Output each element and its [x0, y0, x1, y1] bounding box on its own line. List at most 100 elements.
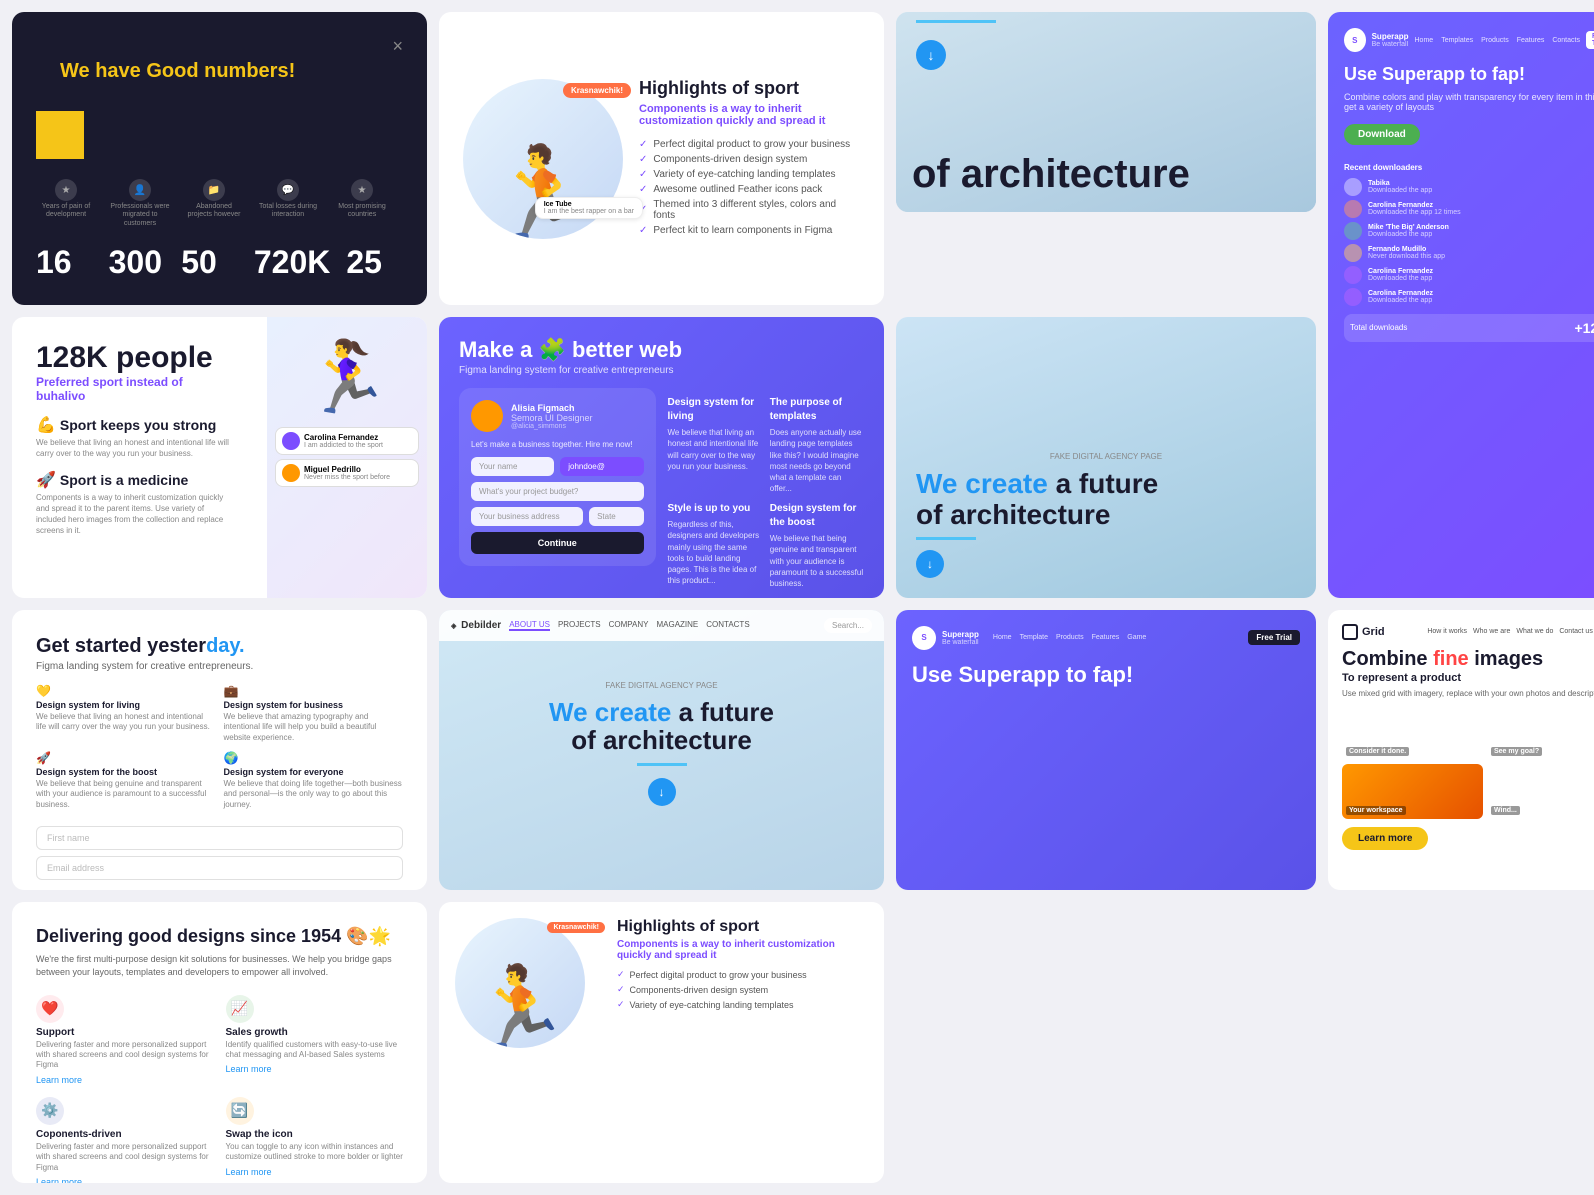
combine-main-title: Combine fine images [1342, 648, 1594, 670]
downloader-avatar-1 [1344, 200, 1362, 218]
main-grid: We have Good numbers! × ★ Years of pain … [0, 0, 1594, 1195]
sport-subtitle: Components is a way to inherit customiza… [639, 103, 860, 127]
del-icon-1: 📈 [226, 995, 254, 1023]
del-learn-more-0[interactable]: Learn more [36, 1075, 214, 1085]
better-web-title: Make a 🧩 better web [459, 337, 864, 363]
firstname-field[interactable]: First name [36, 826, 403, 850]
section2-text: Components is a way to inherit customiza… [36, 492, 233, 537]
state-input[interactable]: State [589, 507, 643, 526]
get-started-title: Get started yesterday. [36, 634, 403, 658]
better-web-right: Design system for living We believe that… [668, 388, 865, 589]
downloader-5: Carolina Fernandez Downloaded the app [1344, 288, 1594, 306]
profile-chip-1: Carolina Fernandez I am addicted to the … [275, 427, 419, 455]
del-title-1: Sales growth [226, 1027, 404, 1038]
get-started-subtitle: Figma landing system for creative entrep… [36, 661, 403, 672]
downloader-3: Fernando Mudillo Never download this app [1344, 244, 1594, 262]
del-learn-more-1[interactable]: Learn more [226, 1064, 404, 1074]
superapp-nav-links: Home Templates Products Features Contact… [1415, 37, 1580, 44]
superapp-bottom-card: S Superapp Be waterfall Home Template Pr… [896, 610, 1316, 891]
combine-img-0: Consider it done. [1342, 705, 1483, 760]
del-feature-3: 🔄 Swap the icon You can toggle to any ic… [226, 1097, 404, 1183]
profile-details-2: Miguel Pedrillo Never miss the sport bef… [304, 465, 390, 481]
agency-down-button[interactable]: ↓ [648, 778, 676, 806]
downloader-info-1: Carolina Fernandez Downloaded the app 12… [1368, 202, 1461, 216]
superapp-card: S Superapp Be waterfall Home Templates P… [1328, 12, 1594, 598]
downloader-avatar-2 [1344, 222, 1362, 240]
feature-text-3: We believe that doing life together—both… [224, 779, 404, 810]
better-web-layout: Alisia Figmach Semora UI Designer @alici… [459, 388, 864, 589]
form-tagline: Let's make a business together. Hire me … [471, 440, 644, 449]
web-section-1: The purpose of templates Does anyone act… [770, 396, 864, 494]
learn-more-button[interactable]: Learn more [1342, 827, 1428, 850]
arch-top-card: ↓ of architecture [896, 12, 1316, 212]
form-row-2: Your business address State [471, 507, 644, 526]
recent-downloaders-section: Recent downloaders Tabika Downloaded the… [1344, 163, 1594, 306]
stat-icon-0: ★ Years of pain of development [36, 179, 96, 228]
person-info: Alisia Figmach Semora UI Designer @alici… [511, 403, 593, 430]
sport-highlights-card: 🏃 Krasnawchik! Ice Tube I am the best ra… [439, 12, 884, 305]
submit-button[interactable]: Continue [471, 532, 644, 554]
delivering-title: Delivering good designs since 1954 🎨🌟 [36, 926, 403, 947]
feature-text-0: We believe that living an honest and int… [36, 712, 216, 733]
form-row-1: Your name johndoe@ [471, 457, 644, 476]
web-section-2: Style is up to you Regardless of this, d… [668, 502, 762, 589]
better-web-form: Alisia Figmach Semora UI Designer @alici… [459, 388, 656, 589]
sport-bottom-title: Highlights of sport [617, 918, 868, 936]
del-icon-0: ❤️ [36, 995, 64, 1023]
feature-2: 🚀 Design system for the boost We believe… [36, 751, 216, 810]
arch-big-down-button[interactable]: ↓ [916, 550, 944, 578]
name-input-label: Your name [479, 462, 517, 471]
superapp-free-trial-button[interactable]: Free Trial [1586, 31, 1594, 49]
person-row: Alisia Figmach Semora UI Designer @alici… [471, 400, 644, 432]
sport-main-title: Highlights of sport [639, 78, 860, 99]
agency-bar [637, 763, 687, 766]
downloader-avatar-4 [1344, 266, 1362, 284]
downloader-0: Tabika Downloaded the app [1344, 178, 1594, 196]
del-text-1: Identify qualified customers with easy-t… [226, 1040, 404, 1061]
del-title-3: Swap the icon [226, 1129, 404, 1140]
email-field[interactable]: Email address [36, 856, 403, 880]
del-learn-more-3[interactable]: Learn more [226, 1167, 404, 1177]
total-downloads-section: Total downloads +12.5K [1344, 314, 1594, 342]
web-content-grid: Design system for living We believe that… [668, 396, 865, 589]
stats-divider [36, 111, 84, 159]
sport-bottom-features: ✓ Perfect digital product to grow your b… [617, 969, 868, 1010]
superapp-bottom-name: Superapp Be waterfall [942, 630, 979, 646]
combine-img-label-2: Your workspace [1346, 806, 1406, 815]
section1-text: We believe that living an honest and int… [36, 437, 233, 459]
superapp-description: Combine colors and play with transparenc… [1344, 92, 1594, 112]
arch-title-partial: of architecture [912, 152, 1190, 196]
arch-down-button[interactable]: ↓ [916, 40, 946, 70]
combine-img-3: Wind... [1487, 764, 1594, 819]
stats-card: We have Good numbers! × ★ Years of pain … [12, 12, 427, 305]
downloader-info-5: Carolina Fernandez Downloaded the app [1368, 290, 1433, 304]
grid-logo: Grid [1342, 624, 1385, 640]
stat-50: 50 [181, 244, 238, 281]
person-avatar [471, 400, 503, 432]
del-text-2: Delivering faster and more personalized … [36, 1142, 214, 1173]
section1-heading: 💪 Sport keeps you strong [36, 415, 233, 435]
recent-downloaders-title: Recent downloaders [1344, 163, 1594, 172]
superapp-download-button[interactable]: Download [1344, 124, 1420, 145]
del-feature-1: 📈 Sales growth Identify qualified custom… [226, 995, 404, 1085]
del-text-0: Delivering faster and more personalized … [36, 1040, 214, 1071]
budget-input[interactable]: What's your project budget? [471, 482, 644, 501]
total-downloads-label: Total downloads [1350, 323, 1407, 332]
address-input[interactable]: Your business address [471, 507, 583, 526]
close-icon[interactable]: × [392, 36, 403, 57]
agency-small-label: FAKE DIGITAL AGENCY PAGE [459, 681, 864, 690]
agency-search[interactable]: Search... [824, 618, 872, 633]
superapp-bottom-logo: S [912, 626, 936, 650]
sport-bottom-feature-2: ✓ Variety of eye-catching landing templa… [617, 999, 868, 1010]
arch-blue-line [916, 20, 996, 23]
combine-img-label-0: Consider it done. [1346, 747, 1409, 756]
name-input[interactable]: Your name [471, 457, 554, 476]
superapp-bottom-title: Use Superapp to fap! [912, 662, 1300, 688]
del-learn-more-2[interactable]: Learn more [36, 1177, 214, 1183]
superapp-nav: S Superapp Be waterfall Home Templates P… [1344, 28, 1594, 52]
sport-user2-chip: Ice Tube I am the best rapper on a bar [535, 197, 643, 219]
sport-feature-2: Variety of eye-catching landing template… [639, 169, 860, 180]
superapp-bottom-free-trial[interactable]: Free Trial [1248, 630, 1300, 645]
email-input[interactable]: johndoe@ [560, 457, 643, 476]
del-title-2: Coponents-driven [36, 1129, 214, 1140]
